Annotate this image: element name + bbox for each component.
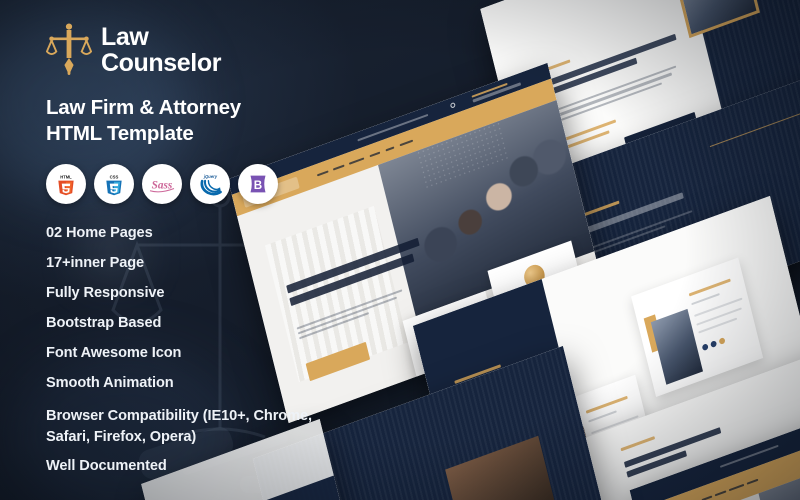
sass-badge: Sass	[142, 164, 182, 205]
nav-item-attorney[interactable]	[348, 156, 365, 165]
feature-item-0: 02 Home Pages	[46, 225, 153, 242]
team-social-2[interactable]	[702, 337, 727, 352]
html5-badge: HTML	[46, 164, 86, 205]
nav-item-attorney[interactable]	[728, 483, 744, 492]
jquery-icon: jQuery	[200, 174, 222, 196]
bootstrap-icon: B	[250, 176, 266, 193]
css3-icon: CSS	[106, 174, 122, 196]
svg-text:B: B	[254, 179, 262, 192]
html5-icon: HTML	[58, 174, 74, 196]
nav-item-cases[interactable]	[368, 151, 381, 158]
page-title: Law Firm & Attorney HTML Template	[46, 95, 316, 147]
feature-item-6: Browser Compatibility (IE10+, Chrome, Sa…	[46, 407, 312, 445]
scales-of-justice-pen-icon	[46, 23, 92, 75]
tech-badge-row: HTML CSS Sass jQuery B	[46, 164, 316, 205]
svg-text:HTML: HTML	[60, 174, 72, 179]
svg-text:CSS: CSS	[110, 174, 119, 179]
jquery-badge: jQuery	[190, 164, 230, 205]
feature-item-4: Font Awesome Icon	[46, 345, 182, 362]
brand-name-line2: Counselor	[101, 49, 222, 77]
nav-item-home[interactable]	[701, 495, 712, 500]
feature-item-5: Smooth Animation	[46, 375, 174, 391]
brand-name-line1: Law	[101, 23, 149, 51]
team-photo-2	[650, 309, 703, 385]
feature-item-2: Fully Responsive	[46, 285, 165, 302]
preview-canvas: Law Counselor Law Firm & Attorney HTML T…	[0, 0, 800, 500]
nav-item-cases[interactable]	[746, 478, 759, 485]
bootstrap-badge: B	[238, 164, 278, 205]
headline-line-2: HTML Template	[46, 122, 194, 146]
feature-item-1: 17+inner Page	[46, 255, 145, 272]
feature-item-7: Well Documented	[46, 458, 167, 475]
nav-item-pages[interactable]	[714, 490, 726, 497]
svg-text:jQuery: jQuery	[202, 174, 217, 179]
headline-line-1: Law Firm & Attorney	[46, 96, 241, 119]
feature-item-3: Bootstrap Based	[46, 315, 162, 332]
feature-list: 02 Home Pages 17+inner Page Fully Respon…	[46, 225, 316, 475]
nav-item-home[interactable]	[317, 170, 329, 177]
search-icon[interactable]	[449, 101, 456, 109]
sass-icon: Sass	[149, 180, 175, 193]
nav-item-pages[interactable]	[332, 164, 345, 171]
testimonial-eyebrow	[620, 435, 655, 451]
css3-badge: CSS	[94, 164, 134, 205]
brand-logo: Law Counselor	[46, 22, 316, 78]
team-card-2[interactable]	[631, 257, 764, 398]
nav-item-contact[interactable]	[399, 139, 414, 147]
nav-item-blog[interactable]	[385, 145, 395, 152]
